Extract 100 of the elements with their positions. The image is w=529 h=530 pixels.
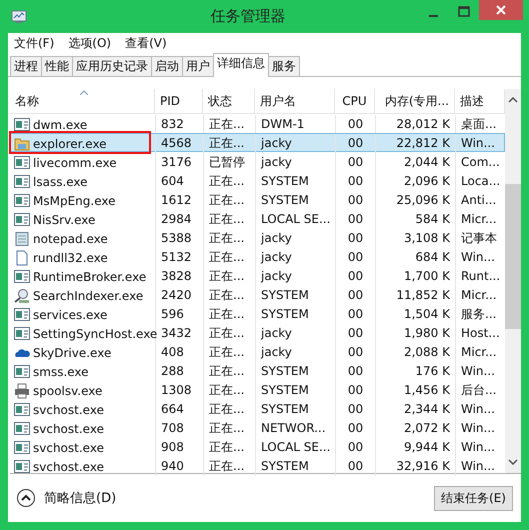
table-cell: jacky [256, 134, 336, 153]
tab[interactable]: 性能 [41, 56, 73, 76]
scroll-thumb[interactable] [505, 184, 521, 329]
end-task-button[interactable]: 结束任务(E) [434, 486, 513, 510]
table-row[interactable]: livecomm.exe 3176 已暂停 jacky 00 2,044 K Com... [10, 152, 505, 171]
table-cell-text: Win... [460, 420, 496, 437]
table-cell-text: Win... [460, 363, 496, 380]
tab[interactable]: 用户 [182, 56, 214, 76]
table-row[interactable]: spoolsv.exe 1308 正在... SYSTEM 00 1,456 K 后台... [10, 380, 505, 399]
table-cell-text: Loca... [460, 173, 502, 190]
table-cell: 2,344 K [376, 400, 456, 419]
table-row[interactable]: svchost.exe 940 正在... SYSTEM 00 32,916 K Win... [10, 456, 505, 475]
magnifier-icon [14, 288, 30, 304]
table-row[interactable]: smss.exe 288 正在... SYSTEM 00 176 K Win... [10, 361, 505, 380]
table-row[interactable]: MsMpEng.exe 1612 正在... SYSTEM 00 25,096 K Anti... [10, 190, 505, 209]
table-cell: 32,916 K [376, 457, 456, 476]
table-cell: 1,700 K [376, 267, 456, 286]
table-row[interactable]: lsass.exe 604 正在... SYSTEM 00 2,096 K Loca... [10, 171, 505, 190]
collapse-icon[interactable] [16, 488, 36, 508]
table-cell-text: Micr... [460, 344, 498, 361]
table-cell: NETWOR... [256, 419, 336, 438]
table-cell-text: 后台... [460, 382, 498, 399]
table-cell: SYSTEM [256, 191, 336, 210]
menu-item[interactable]: 查看(V) [125, 35, 167, 52]
process-name: smss.exe [33, 364, 89, 378]
table-cell: 2,088 K [376, 343, 456, 362]
table-cell-text: Win... [460, 458, 496, 475]
table-cell: 正在... [204, 286, 256, 305]
scrollbar[interactable] [505, 89, 521, 473]
table-cell: 正在... [204, 248, 256, 267]
table-cell: LOCAL SE... [256, 210, 336, 229]
table-cell: 3432 [156, 324, 204, 343]
table-cell: 1,504 K [376, 305, 456, 324]
table-cell: 正在... [204, 343, 256, 362]
column-header[interactable]: CPU [335, 89, 375, 113]
table-cell: 604 [156, 172, 204, 191]
window-icon [14, 306, 30, 322]
column-header[interactable]: 名称 [10, 89, 155, 113]
table-cell: 00 [336, 191, 376, 210]
table-row[interactable]: services.exe 596 正在... SYSTEM 00 1,504 K 服务... [10, 304, 505, 323]
menu-item[interactable]: 文件(F) [14, 35, 54, 52]
table-cell: 25,096 K [376, 191, 456, 210]
table-cell: 正在... [204, 457, 256, 476]
table-cell-text: 桌面... [460, 116, 498, 133]
table-row[interactable]: svchost.exe 708 正在... NETWOR... 00 2,072 K Win... [10, 418, 505, 437]
table-row[interactable]: notepad.exe 5388 正在... jacky 00 3,108 K 记事本 [10, 228, 505, 247]
document-icon [14, 250, 30, 266]
table-row[interactable]: explorer.exe 4568 正在... jacky 00 22,812 K Win... [10, 133, 505, 152]
table-row[interactable]: RuntimeBroker.exe 3828 正在... jacky 00 1,700 K Runt... [10, 266, 505, 285]
table-cell: 584 K [376, 210, 456, 229]
table-row[interactable]: SkyDrive.exe 408 正在... jacky 00 2,088 K Micr... [10, 342, 505, 361]
scroll-up-icon[interactable] [508, 97, 518, 103]
process-name: lsass.exe [33, 174, 88, 188]
window-icon [14, 402, 30, 418]
scroll-down-icon[interactable] [508, 459, 518, 465]
tab[interactable]: 进程 [10, 56, 42, 76]
process-name: explorer.exe [33, 136, 107, 150]
tab[interactable]: 启动 [151, 56, 183, 76]
table-cell-text: Micr... [460, 211, 498, 228]
table-cell-text: 记事本 [460, 230, 498, 247]
table-cell: SYSTEM [256, 286, 336, 305]
table-cell: 940 [156, 457, 204, 476]
details-toggle-link[interactable]: 简略信息(D) [44, 489, 116, 507]
table-row[interactable]: NisSrv.exe 2984 正在... LOCAL SE... 00 584 K Micr... [10, 209, 505, 228]
table-cell: SYSTEM [256, 362, 336, 381]
table-cell: LOCAL SE... [256, 438, 336, 457]
table-cell-text: 服务... [460, 306, 498, 323]
column-header[interactable]: 用户名 [255, 89, 335, 113]
tab[interactable]: 服务 [268, 56, 300, 76]
process-name: RuntimeBroker.exe [33, 270, 146, 284]
table-cell: 00 [336, 419, 376, 438]
table-cell: 正在... [204, 419, 256, 438]
process-name: services.exe [33, 308, 108, 322]
process-name: SettingSyncHost.exe [33, 326, 158, 340]
table-row[interactable]: SettingSyncHost.exe 3432 正在... jacky 00 1,980 K Host... [10, 323, 505, 342]
table-cell: 2420 [156, 286, 204, 305]
column-header[interactable]: PID [155, 89, 203, 113]
table-cell: 正在... [204, 381, 256, 400]
column-header[interactable]: 状态 [203, 89, 255, 113]
table-cell: 正在... [204, 172, 256, 191]
table-cell: 00 [336, 305, 376, 324]
tab[interactable]: 详细信息 [213, 53, 269, 77]
close-icon[interactable] [479, 0, 523, 20]
table-cell-text: Host... [460, 325, 501, 342]
table-cell: 00 [336, 381, 376, 400]
table-cell: 1,980 K [376, 324, 456, 343]
menu-item[interactable]: 选项(O) [68, 35, 112, 52]
process-name: SearchIndexer.exe [33, 288, 144, 302]
tab[interactable]: 应用历史记录 [72, 56, 152, 76]
table-cell-text: Win... [460, 135, 496, 152]
table-cell-text: Com... [460, 154, 501, 171]
table-row[interactable]: svchost.exe 664 正在... SYSTEM 00 2,344 K Win... [10, 399, 505, 418]
column-header[interactable]: 内存(专用... [375, 89, 455, 113]
process-name: svchost.exe [33, 402, 104, 416]
table-row[interactable]: rundll32.exe 5132 正在... jacky 00 684 K Win... [10, 247, 505, 266]
table-cell: 3828 [156, 267, 204, 286]
table-row[interactable]: SearchIndexer.exe 2420 正在... SYSTEM 00 11,852 K Micr... [10, 285, 505, 304]
table-row[interactable]: svchost.exe 908 正在... LOCAL SE... 00 9,944 K Win... [10, 437, 505, 456]
table-cell: 正在... [204, 191, 256, 210]
table-cell: 00 [336, 267, 376, 286]
